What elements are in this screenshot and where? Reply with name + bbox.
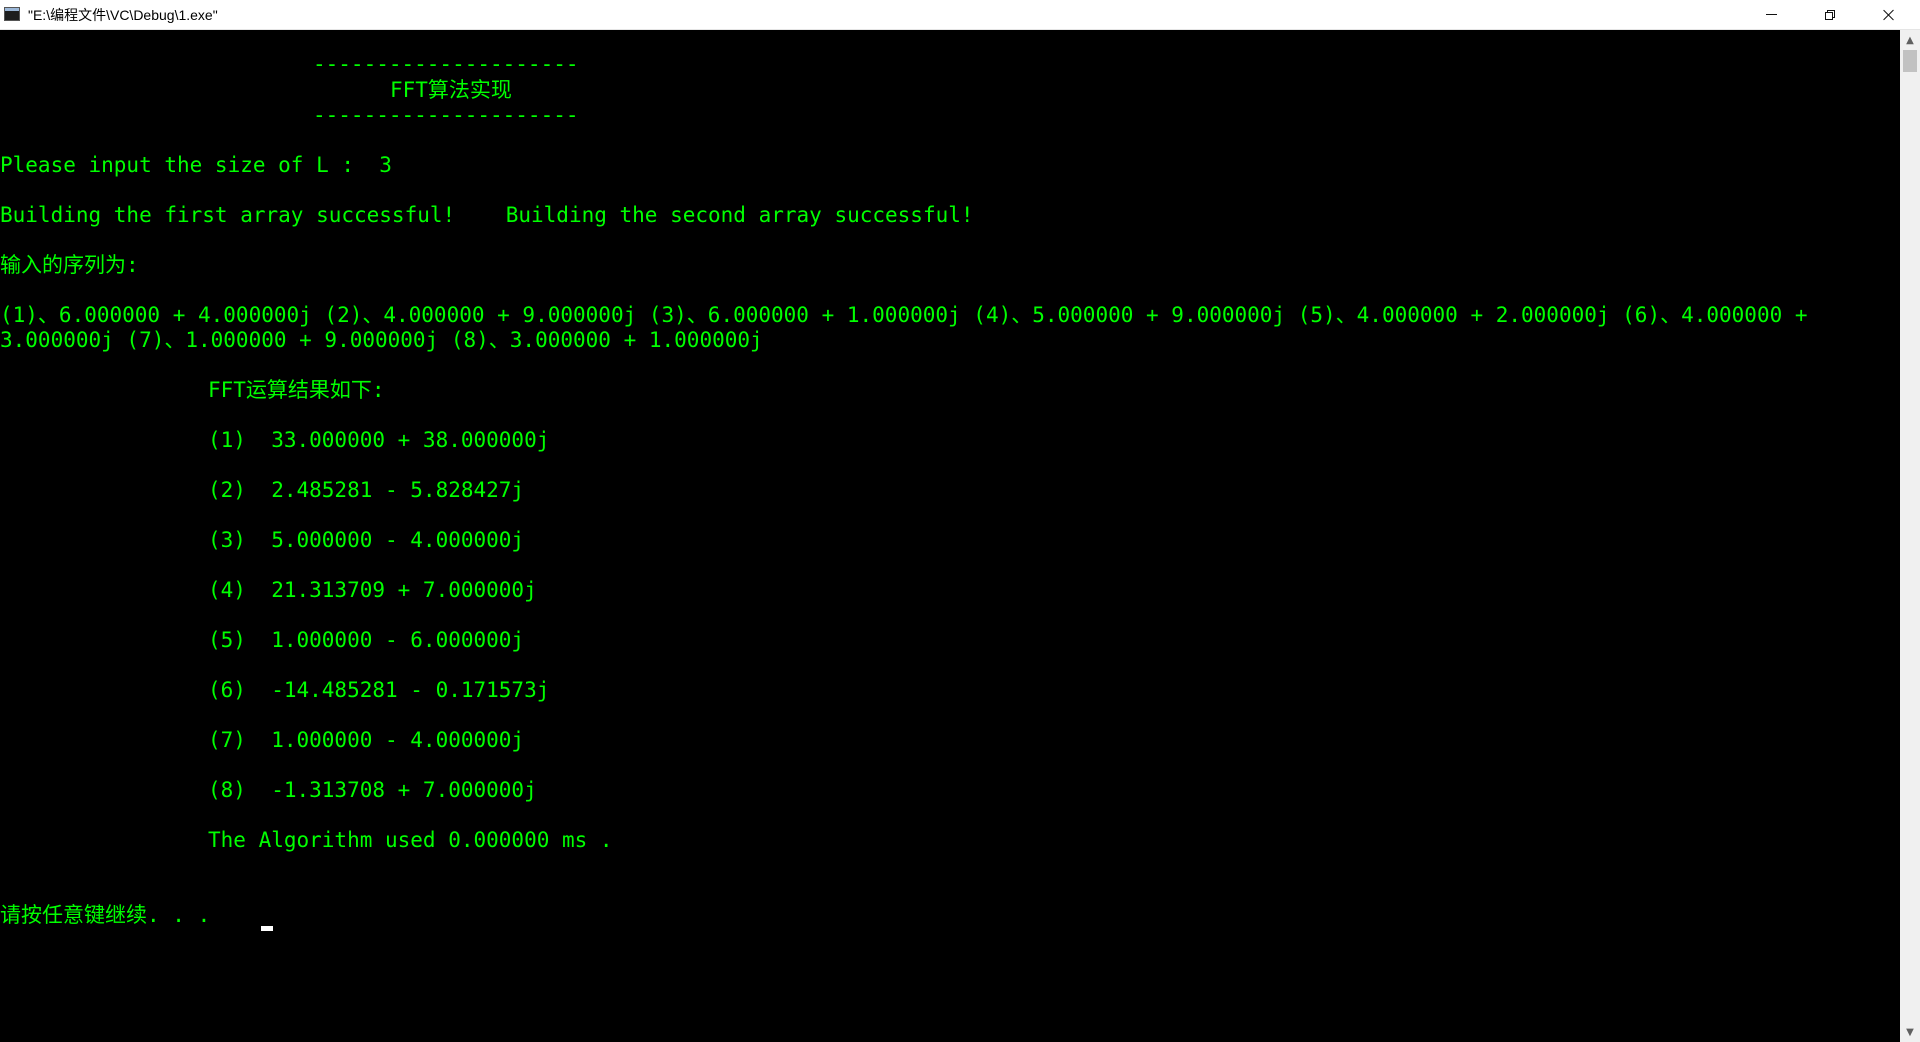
- size-prompt: Please input the size of L : 3: [0, 153, 392, 177]
- input-sequence-label: 输入的序列为:: [0, 253, 139, 277]
- console-app-icon[interactable]: [4, 7, 20, 21]
- chevron-down-icon: ▼: [1906, 1026, 1914, 1038]
- continue-prompt: 请按任意键继续. . .: [0, 903, 211, 927]
- fft-result-label: FFT运算结果如下:: [208, 378, 385, 402]
- result-line: (1) 33.000000 + 38.000000j: [208, 428, 550, 452]
- console-output[interactable]: --------------------- FFT算法实现 ----------…: [0, 30, 1900, 1042]
- chevron-up-icon: ▲: [1906, 34, 1914, 46]
- text-cursor: [261, 926, 273, 931]
- timing-message: The Algorithm used 0.000000 ms .: [208, 828, 613, 852]
- window-title: "E:\编程文件\VC\Debug\1.exe": [28, 7, 218, 23]
- close-button[interactable]: [1860, 0, 1918, 29]
- minimize-button[interactable]: [1742, 0, 1800, 29]
- result-line: (2) 2.485281 - 5.828427j: [208, 478, 525, 502]
- dash-line-top: ---------------------: [313, 52, 579, 76]
- result-line: (3) 5.000000 - 4.000000j: [208, 528, 525, 552]
- result-line: (4) 21.313709 + 7.000000j: [208, 578, 537, 602]
- restore-icon: [1825, 9, 1835, 20]
- console-window: "E:\编程文件\VC\Debug\1.exe" ---------------…: [0, 0, 1920, 1042]
- result-line: (8) -1.313708 + 7.000000j: [208, 778, 537, 802]
- close-icon: [1883, 9, 1895, 21]
- input-sequence-line-1: (1)、6.000000 + 4.000000j (2)、4.000000 + …: [0, 303, 1808, 327]
- result-line: (6) -14.485281 - 0.171573j: [208, 678, 550, 702]
- input-sequence-line-2: 3.000000j (7)、1.000000 + 9.000000j (8)、3…: [0, 328, 763, 352]
- result-line: (5) 1.000000 - 6.000000j: [208, 628, 525, 652]
- scroll-down-button[interactable]: ▼: [1900, 1022, 1920, 1042]
- restore-button[interactable]: [1801, 0, 1859, 29]
- minimize-icon: [1765, 14, 1777, 15]
- result-line: (7) 1.000000 - 4.000000j: [208, 728, 525, 752]
- title-bar[interactable]: "E:\编程文件\VC\Debug\1.exe": [0, 0, 1920, 30]
- vertical-scrollbar[interactable]: ▲ ▼: [1900, 30, 1920, 1042]
- scroll-up-button[interactable]: ▲: [1900, 30, 1920, 50]
- build-message: Building the first array successful! Bui…: [0, 203, 974, 227]
- scroll-thumb[interactable]: [1903, 50, 1917, 72]
- program-heading: FFT算法实现: [390, 78, 512, 102]
- dash-line-bottom: ---------------------: [313, 103, 579, 127]
